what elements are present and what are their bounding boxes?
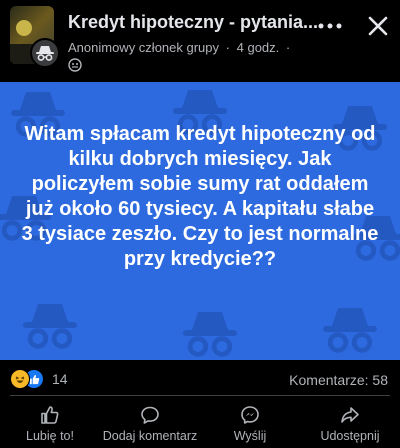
more-dots-icon	[318, 23, 342, 29]
meta-dot: ·	[285, 40, 291, 55]
comments-count[interactable]: Komentarze: 58	[289, 372, 388, 388]
post-background: Witam spłacam kredyt hipoteczny od kilku…	[0, 82, 400, 360]
share-icon	[341, 407, 359, 423]
post-header: Kredyt hipoteczny - pytania... Anonimowy…	[0, 0, 400, 82]
author-name[interactable]: Anonimowy członek grupy	[68, 40, 219, 55]
group-privacy-icon	[68, 58, 82, 72]
more-options-button[interactable]	[316, 14, 344, 38]
send-button[interactable]: Wyślij	[200, 400, 300, 448]
comment-icon	[141, 406, 159, 424]
anonymous-avatar[interactable]	[30, 38, 60, 68]
close-icon	[368, 16, 388, 36]
divider	[10, 395, 390, 396]
post-meta: Anonimowy członek grupy · 4 godz. ·	[68, 40, 293, 55]
post-text: Witam spłacam kredyt hipoteczny od kilku…	[21, 123, 379, 270]
group-title[interactable]: Kredyt hipoteczny - pytania...	[68, 12, 338, 33]
like-button[interactable]: Lubię to!	[0, 400, 100, 448]
comment-button[interactable]: Dodaj komentarz	[100, 400, 200, 448]
close-button[interactable]	[364, 12, 392, 40]
send-label: Wyślij	[233, 429, 267, 443]
reaction-count: 14	[52, 371, 68, 387]
post-time[interactable]: 4 godz.	[237, 40, 280, 55]
share-button[interactable]: Udostępnij	[300, 400, 400, 448]
reactions-summary[interactable]: 14	[10, 369, 68, 389]
comment-label: Dodaj komentarz	[102, 429, 198, 443]
meta-separator: ·	[225, 40, 230, 55]
incognito-pattern-icon	[323, 308, 377, 353]
incognito-pattern-icon	[23, 304, 77, 349]
incognito-pattern-icon	[183, 312, 237, 357]
messenger-icon	[241, 406, 259, 424]
incognito-icon	[36, 46, 54, 61]
share-label: Udostępnij	[320, 429, 380, 443]
haha-reaction-icon	[10, 369, 30, 389]
action-bar: Lubię to! Dodaj komentarz Wyślij Udostęp…	[0, 400, 400, 448]
like-label: Lubię to!	[26, 429, 74, 443]
thumbs-up-icon	[41, 406, 59, 424]
